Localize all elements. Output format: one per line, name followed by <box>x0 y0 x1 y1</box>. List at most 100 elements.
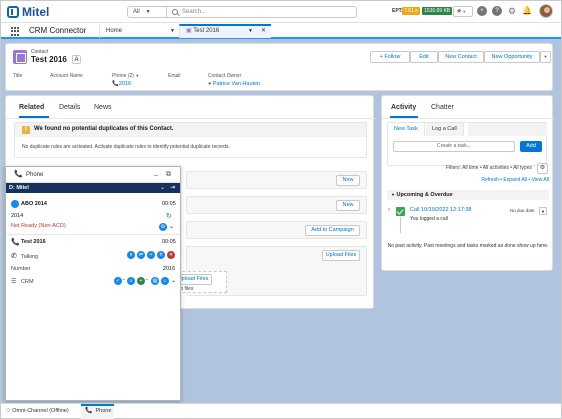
filter-gear-icon[interactable]: ⚙ <box>537 163 548 174</box>
new-button[interactable]: New <box>336 200 360 211</box>
duplicates-card: ! We found no potential duplicates of th… <box>14 122 367 158</box>
activity-filters[interactable]: Filters: All time • All activities • All… <box>382 165 532 171</box>
task-due-date: No due date <box>510 208 535 213</box>
close-tab-icon[interactable]: ✕ <box>261 26 266 37</box>
phone-value-text: 2016 <box>118 81 132 87</box>
omni-channel-button[interactable]: ○ Omni-Channel (Offline) <box>6 407 69 414</box>
softphone-title: Phone <box>26 172 44 178</box>
upload-files-button[interactable]: Upload Files <box>322 250 360 261</box>
field-phone-value[interactable]: 📞2016 <box>112 81 131 87</box>
number-value: 2016 <box>163 266 176 272</box>
setup-gear-icon[interactable]: ⚙ <box>507 6 517 16</box>
tab-activity[interactable]: Activity <box>391 104 416 111</box>
crm-record-icon[interactable]: ▤ <box>151 277 159 285</box>
new-contact-label: New Contact <box>445 54 477 60</box>
new-contact-button[interactable]: New Contact <box>438 51 484 63</box>
field-title-label: Title <box>13 73 23 79</box>
favorites-button[interactable]: ★▼ <box>453 6 473 17</box>
record-badge: A <box>72 55 81 64</box>
agent-status[interactable]: Not Ready (Non-ACD) <box>11 223 66 229</box>
refresh-icon[interactable]: ↻ <box>166 212 172 220</box>
upcoming-title: Upcoming & Overdue <box>396 192 453 198</box>
tab-details[interactable]: Details <box>59 104 80 111</box>
mitel-logo: Mitel <box>7 5 49 19</box>
checkmark-button-icon[interactable]: ✓ <box>114 277 122 285</box>
chevron-down-icon[interactable]: ⌄ <box>171 277 176 284</box>
chevron-right-icon[interactable]: › <box>388 207 390 213</box>
task-menu-button[interactable]: ▼ <box>539 207 547 215</box>
tab-news[interactable]: News <box>94 104 112 111</box>
follow-button[interactable]: + Follow <box>370 51 410 63</box>
crm-add-icon[interactable]: + <box>137 277 145 285</box>
add-task-button[interactable]: Add <box>520 141 542 152</box>
minimize-icon[interactable]: _ <box>154 169 158 176</box>
tab-chatter[interactable]: Chatter <box>431 104 454 111</box>
app-launcher-icon[interactable] <box>11 27 20 36</box>
chevron-down-icon[interactable]: ▼ <box>248 26 253 37</box>
duplicates-header: ! We found no potential duplicates of th… <box>15 123 366 137</box>
popout-icon[interactable]: ⧉ <box>166 171 171 179</box>
tab-log-a-call[interactable]: Log a Call <box>426 123 464 136</box>
phone-icon: 📞 <box>14 171 23 178</box>
tab-related[interactable]: Related <box>19 104 44 111</box>
search-scope-select[interactable]: All ▼ <box>127 6 167 18</box>
phone-utility-label: Phone <box>95 407 112 414</box>
global-search-input[interactable]: Search... <box>167 6 357 18</box>
task-title-link[interactable]: Call 10/19/2022 12:17:38 <box>410 207 471 213</box>
create-task-input[interactable]: Create a task... <box>393 141 515 152</box>
mitel-logo-icon <box>7 6 19 18</box>
crm-label: CRM <box>21 279 34 285</box>
help-icon[interactable]: ? <box>492 6 502 16</box>
field-phone-label: Phone (2) ▼ <box>112 73 139 79</box>
task-icon <box>396 207 405 216</box>
logout-icon[interactable]: ⇥ <box>170 184 175 191</box>
nav-tab-home[interactable]: Home ▼ <box>99 24 179 38</box>
crm-search-icon[interactable]: ⌕ <box>127 277 135 285</box>
utility-bar: ○ Omni-Channel (Offline) 📞 Phone <box>1 403 561 419</box>
more-actions-button[interactable]: ▼ <box>540 51 551 63</box>
tab-new-task[interactable]: New Task <box>388 123 425 136</box>
call-timer: 00:05 <box>162 239 176 245</box>
mitel-brand: D: Mitel <box>9 185 29 191</box>
chevron-down-icon[interactable]: ⌄ <box>160 184 165 191</box>
contact-icon <box>13 50 27 64</box>
record-name: Test 2016 <box>31 55 67 64</box>
number-label: Number <box>11 266 31 272</box>
crm-link-icon[interactable]: ⌂ <box>161 277 169 285</box>
notifications-bell-icon[interactable]: 🔔 <box>522 6 532 16</box>
crm-icon: ☰ <box>11 279 17 285</box>
search-placeholder: Search... <box>182 9 207 15</box>
new-opportunity-button[interactable]: New Opportunity <box>484 51 540 63</box>
chevron-down-icon[interactable]: ⌄ <box>169 223 174 230</box>
chevron-down-icon[interactable]: ▼ <box>135 73 139 78</box>
field-owner-value[interactable]: ● Patrice Van Hauten <box>208 81 260 87</box>
hangup-button-icon[interactable]: ✕ <box>167 251 175 259</box>
hold-button-icon[interactable]: ⏸ <box>127 251 135 259</box>
scope-label: All <box>133 9 140 15</box>
conference-button-icon[interactable]: + <box>147 251 155 259</box>
status-menu-icon[interactable]: ⚙ <box>159 223 167 231</box>
phone-icon: 📞 <box>112 81 119 87</box>
nav-tab-record[interactable]: ▣ Test 2016 ▼ ✕ <box>179 24 271 38</box>
add-to-campaign-button[interactable]: Add to Campaign <box>305 225 360 236</box>
subtab-filler <box>468 123 547 136</box>
phone-utility-button[interactable]: 📞 Phone <box>85 407 112 415</box>
keypad-button-icon[interactable]: # <box>157 251 165 259</box>
agent-name: ABO 2014 <box>21 201 47 207</box>
field-email-label: Email <box>168 73 181 79</box>
upcoming-overdue-section[interactable]: ▼ Upcoming & Overdue <box>387 190 549 200</box>
field-owner-label: Contact Owner <box>208 73 242 79</box>
edit-button[interactable]: Edit <box>410 51 438 63</box>
record-header: Contact Test 2016 A + Follow Edit New Co… <box>5 43 553 91</box>
user-avatar[interactable] <box>539 4 553 18</box>
chevron-down-icon[interactable]: ▼ <box>170 24 175 38</box>
chevron-down-icon: ▼ <box>462 9 467 14</box>
search-icon <box>172 9 178 15</box>
phone-icon: 📞 <box>85 408 93 414</box>
new-button[interactable]: New <box>336 175 360 186</box>
transfer-button-icon[interactable]: ⇄ <box>137 251 145 259</box>
global-actions-icon[interactable]: + <box>477 6 487 16</box>
activity-links[interactable]: Refresh • Expand All • View All <box>382 177 549 183</box>
nav-tab-label: Test 2016 <box>193 28 220 34</box>
app-name: CRM Connector <box>29 26 87 35</box>
